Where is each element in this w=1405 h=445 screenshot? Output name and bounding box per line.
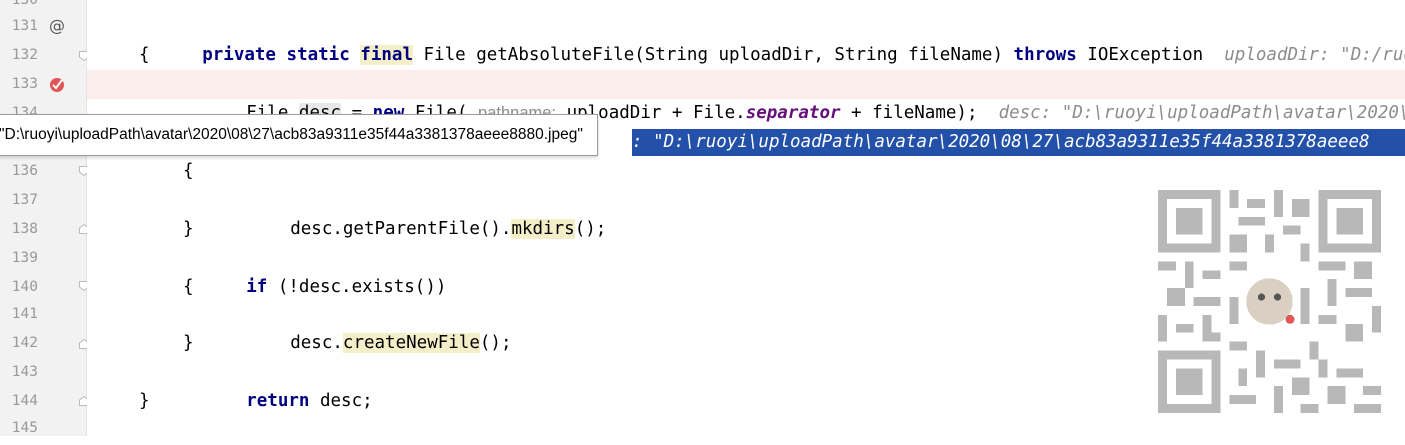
code-text: { xyxy=(139,45,150,65)
code-text: { xyxy=(183,161,194,181)
line-number: 133 xyxy=(11,76,38,92)
line-number: 136 xyxy=(11,163,38,179)
debug-inline-value: desc: "D:\ruoyi\uploadPath\avatar\2020\ xyxy=(998,103,1405,123)
code-text: } xyxy=(183,219,194,239)
line-number: 132 xyxy=(11,47,38,63)
line-number: 131 xyxy=(11,18,38,34)
line-number: 142 xyxy=(11,335,38,351)
code-text: } xyxy=(183,333,194,353)
code-text: { xyxy=(183,277,194,297)
override-icon[interactable]: @ xyxy=(48,17,66,35)
code-text: + fileName); xyxy=(840,103,978,123)
line-number: 145 xyxy=(11,420,38,436)
code-line[interactable]: { xyxy=(87,157,1405,186)
breakpoint-line[interactable]: File desc = new File( pathname: uploadDi… xyxy=(87,70,1405,123)
breakpoint-icon[interactable] xyxy=(48,75,66,93)
line-number: 143 xyxy=(11,364,38,380)
code-line[interactable]: private static final File getAbsoluteFil… xyxy=(87,12,1405,65)
line-number: 144 xyxy=(11,393,38,409)
line-number: 140 xyxy=(11,279,38,295)
qr-code-image xyxy=(1158,190,1381,413)
line-number: 141 xyxy=(11,306,38,322)
code-text: } xyxy=(139,391,150,411)
debug-value-tooltip: "D:\ruoyi\uploadPath\avatar\2020\08\27\a… xyxy=(0,114,598,156)
debug-value-selected[interactable]: : "D:\ruoyi\uploadPath\avatar\2020\08\27… xyxy=(632,129,1405,156)
static-field: separator xyxy=(745,103,841,123)
code-line[interactable]: { xyxy=(87,41,1405,70)
line-number: 139 xyxy=(11,250,38,266)
line-number: 137 xyxy=(11,192,38,208)
line-number: 138 xyxy=(11,221,38,237)
editor-gutter[interactable]: 130 131 132 133 134 135 136 137 138 139 … xyxy=(0,0,89,436)
